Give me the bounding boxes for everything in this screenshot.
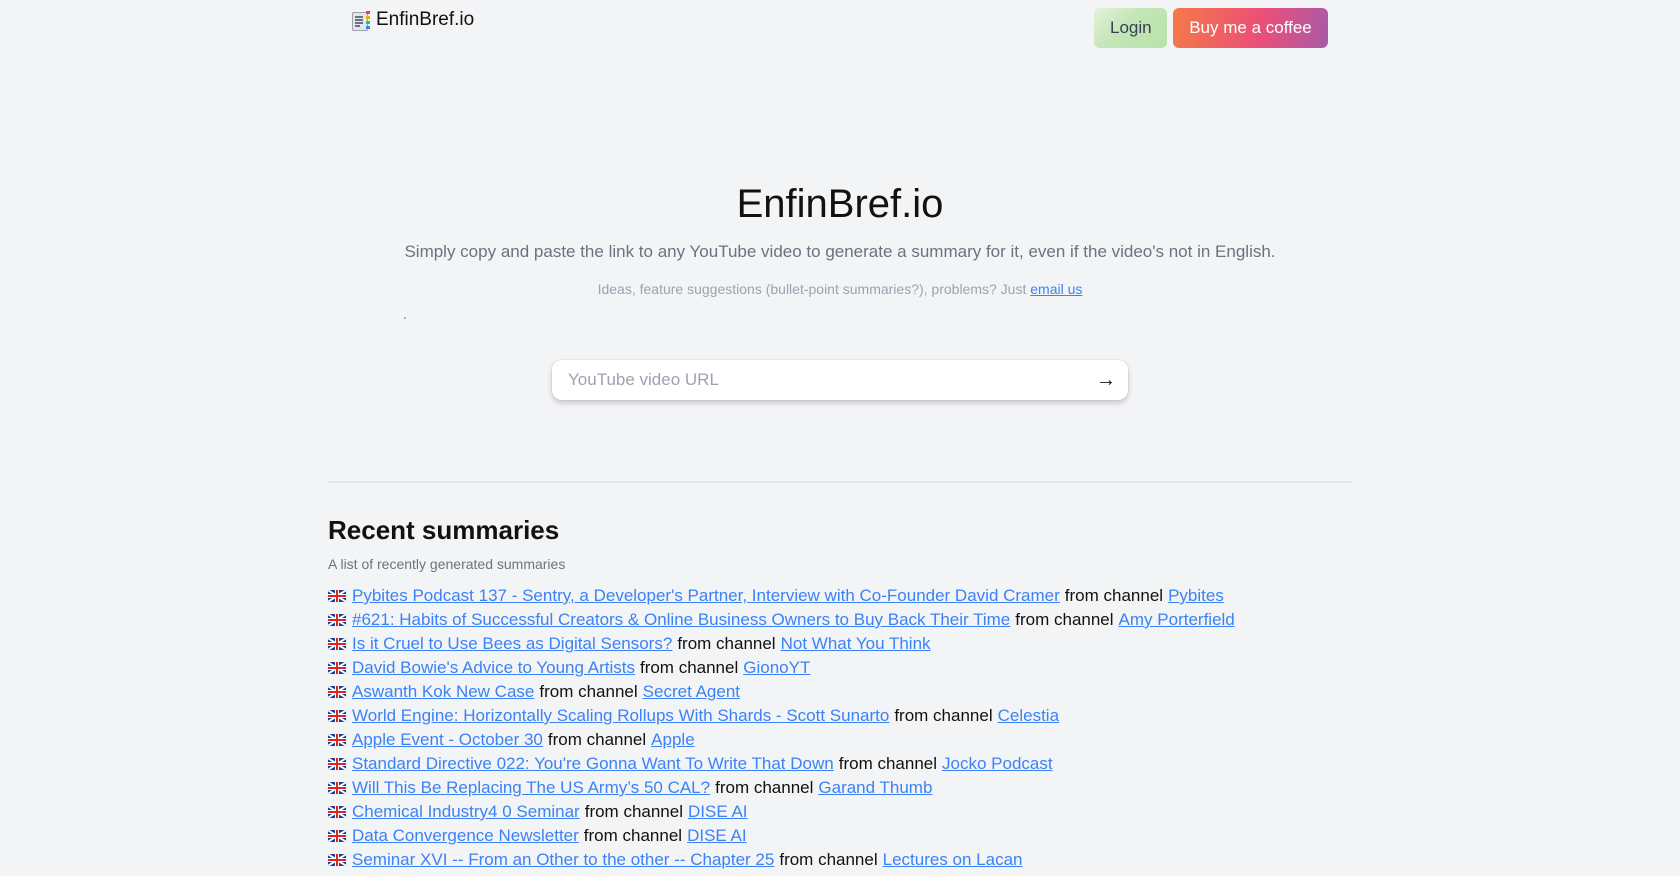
buy-me-a-coffee-button[interactable]: Buy me a coffee <box>1173 8 1328 48</box>
from-channel-label: from channel <box>583 826 683 845</box>
from-channel-label: from channel <box>779 850 878 869</box>
feedback-note-text: Ideas, feature suggestions (bullet-point… <box>597 281 1031 297</box>
uk-flag-icon <box>328 782 346 794</box>
uk-flag-icon <box>328 830 346 842</box>
summary-list-item: Pybites Podcast 137 - Sentry, a Develope… <box>328 584 1235 608</box>
summary-list-item: World Engine: Horizontally Scaling Rollu… <box>328 704 1235 728</box>
uk-flag-icon <box>328 758 346 770</box>
summary-list-item: Will This Be Replacing The US Army’s 50 … <box>328 776 1235 800</box>
site-logo[interactable]: EnfinBref.io <box>352 9 474 31</box>
summary-list-item: Data Convergence Newsletter from channel D… <box>328 824 1235 848</box>
summary-list-item: Aswanth Kok New Case from channel Secret A… <box>328 680 1235 704</box>
logo-text: EnfinBref.io <box>376 9 475 30</box>
uk-flag-icon <box>328 806 346 818</box>
from-channel-label: from channel <box>539 682 638 701</box>
hero-subtitle: Simply copy and paste the link to any Yo… <box>404 242 1276 261</box>
summary-list-item: #621: Habits of Successful Creators & On… <box>328 608 1235 632</box>
uk-flag-icon <box>328 614 346 626</box>
email-us-link[interactable]: email us <box>1030 281 1082 297</box>
uk-flag-icon <box>328 734 346 746</box>
channel-link[interactable]: DISE AI <box>688 800 748 824</box>
summary-title-link[interactable]: Aswanth Kok New Case <box>352 680 534 704</box>
uk-flag-icon <box>328 590 346 602</box>
from-channel-label: from channel <box>894 706 993 725</box>
uk-flag-icon <box>328 686 346 698</box>
from-channel-label: from channel <box>838 754 938 773</box>
uk-flag-icon <box>328 854 346 866</box>
stray-dot: . <box>403 306 407 322</box>
summary-list: Pybites Podcast 137 - Sentry, a Develope… <box>328 584 1235 872</box>
channel-link[interactable]: Secret Agent <box>643 680 740 704</box>
channel-link[interactable]: DISE AI <box>687 824 747 848</box>
summary-title-link[interactable]: Chemical Industry4 0 Seminar <box>352 800 580 824</box>
summary-list-item: Apple Event - October 30 from channel Appl… <box>328 728 1235 752</box>
recent-summaries-description: A list of recently generated summaries <box>328 556 566 572</box>
channel-link[interactable]: Pybites <box>1168 584 1224 608</box>
channel-link[interactable]: Not What You Think <box>781 632 931 656</box>
uk-flag-icon <box>328 662 346 674</box>
channel-link[interactable]: Garand Thumb <box>818 776 932 800</box>
summary-list-item: Chemical Industry4 0 Seminar from channel… <box>328 800 1235 824</box>
from-channel-label: from channel <box>715 778 814 797</box>
uk-flag-icon <box>328 638 346 650</box>
channel-link[interactable]: Jocko Podcast <box>942 752 1053 776</box>
page-title: EnfinBref.io <box>736 182 944 226</box>
from-channel-label: from channel <box>547 730 647 749</box>
summary-list-item: Standard Directive 022: You're Gonna Wan… <box>328 752 1235 776</box>
summary-title-link[interactable]: Apple Event - October 30 <box>352 728 543 752</box>
channel-link[interactable]: Lectures on Lacan <box>883 848 1023 872</box>
channel-link[interactable]: Amy Porterfield <box>1119 608 1235 632</box>
header-actions: Login Buy me a coffee <box>1094 8 1328 48</box>
bookmark-tabs-icon <box>352 10 370 31</box>
channel-link[interactable]: Apple <box>651 728 694 752</box>
summary-title-link[interactable]: Is it Cruel to Use Bees as Digital Senso… <box>352 632 672 656</box>
submit-arrow-icon[interactable]: → <box>1084 360 1128 400</box>
uk-flag-icon <box>328 710 346 722</box>
summary-list-item: Seminar XVI -- From an Other to the othe… <box>328 848 1235 872</box>
summary-title-link[interactable]: World Engine: Horizontally Scaling Rollu… <box>352 704 889 728</box>
from-channel-label: from channel <box>584 802 683 821</box>
summary-title-link[interactable]: #621: Habits of Successful Creators & On… <box>352 608 1010 632</box>
recent-summaries-heading: Recent summaries <box>328 515 560 545</box>
summary-list-item: David Bowie's Advice to Young Artists fro… <box>328 656 1235 680</box>
url-form: → <box>552 360 1128 400</box>
from-channel-label: from channel <box>677 634 776 653</box>
summary-title-link[interactable]: David Bowie's Advice to Young Artists <box>352 656 635 680</box>
section-divider <box>328 481 1352 483</box>
channel-link[interactable]: GionoYT <box>743 656 810 680</box>
from-channel-label: from channel <box>639 658 739 677</box>
summary-title-link[interactable]: Will This Be Replacing The US Army’s 50 … <box>352 776 710 800</box>
from-channel-label: from channel <box>1015 610 1114 629</box>
summary-title-link[interactable]: Standard Directive 022: You're Gonna Wan… <box>352 752 834 776</box>
login-button[interactable]: Login <box>1094 8 1167 48</box>
youtube-url-input[interactable] <box>552 360 1084 400</box>
channel-link[interactable]: Celestia <box>998 704 1059 728</box>
summary-title-link[interactable]: Seminar XVI -- From an Other to the othe… <box>352 848 774 872</box>
feedback-note: Ideas, feature suggestions (bullet-point… <box>0 281 1680 297</box>
summary-list-item: Is it Cruel to Use Bees as Digital Senso… <box>328 632 1235 656</box>
summary-title-link[interactable]: Data Convergence Newsletter <box>352 824 579 848</box>
summary-title-link[interactable]: Pybites Podcast 137 - Sentry, a Develope… <box>352 584 1060 608</box>
from-channel-label: from channel <box>1064 586 1164 605</box>
